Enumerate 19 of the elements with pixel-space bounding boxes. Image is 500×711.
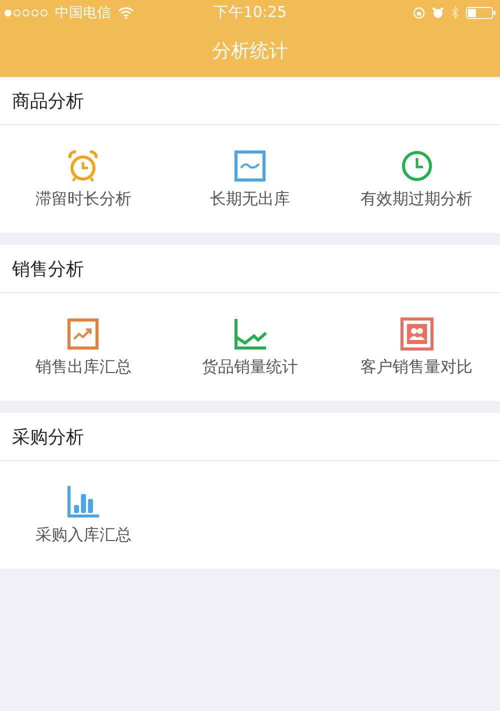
alarm-icon — [432, 6, 444, 18]
menu-tile[interactable]: 货品销量统计 — [166, 293, 334, 401]
section-title: 采购分析 — [12, 426, 84, 448]
bluetooth-icon — [451, 6, 459, 19]
signal-icon — [4, 8, 48, 16]
menu-tile[interactable]: 采购入库汇总 — [0, 461, 167, 569]
section-title: 销售分析 — [12, 258, 84, 280]
menu-tile[interactable]: 长期无出库 — [166, 125, 334, 233]
battery-icon — [466, 6, 496, 18]
nav-title: 分析统计 — [212, 39, 288, 64]
wifi-icon — [118, 6, 134, 18]
menu-tile[interactable]: 销售出库汇总 — [0, 293, 167, 401]
carrier-text: 中国电信 — [55, 4, 111, 22]
status-time: 下午10:25 — [213, 3, 287, 22]
menu-tile[interactable]: 客户销售量对比 — [333, 293, 500, 401]
menu-tile[interactable]: 有效期过期分析 — [333, 125, 500, 233]
section-title: 商品分析 — [12, 90, 84, 112]
rotation-lock-icon — [413, 6, 425, 18]
menu-tile[interactable]: 滞留时长分析 — [0, 125, 167, 233]
